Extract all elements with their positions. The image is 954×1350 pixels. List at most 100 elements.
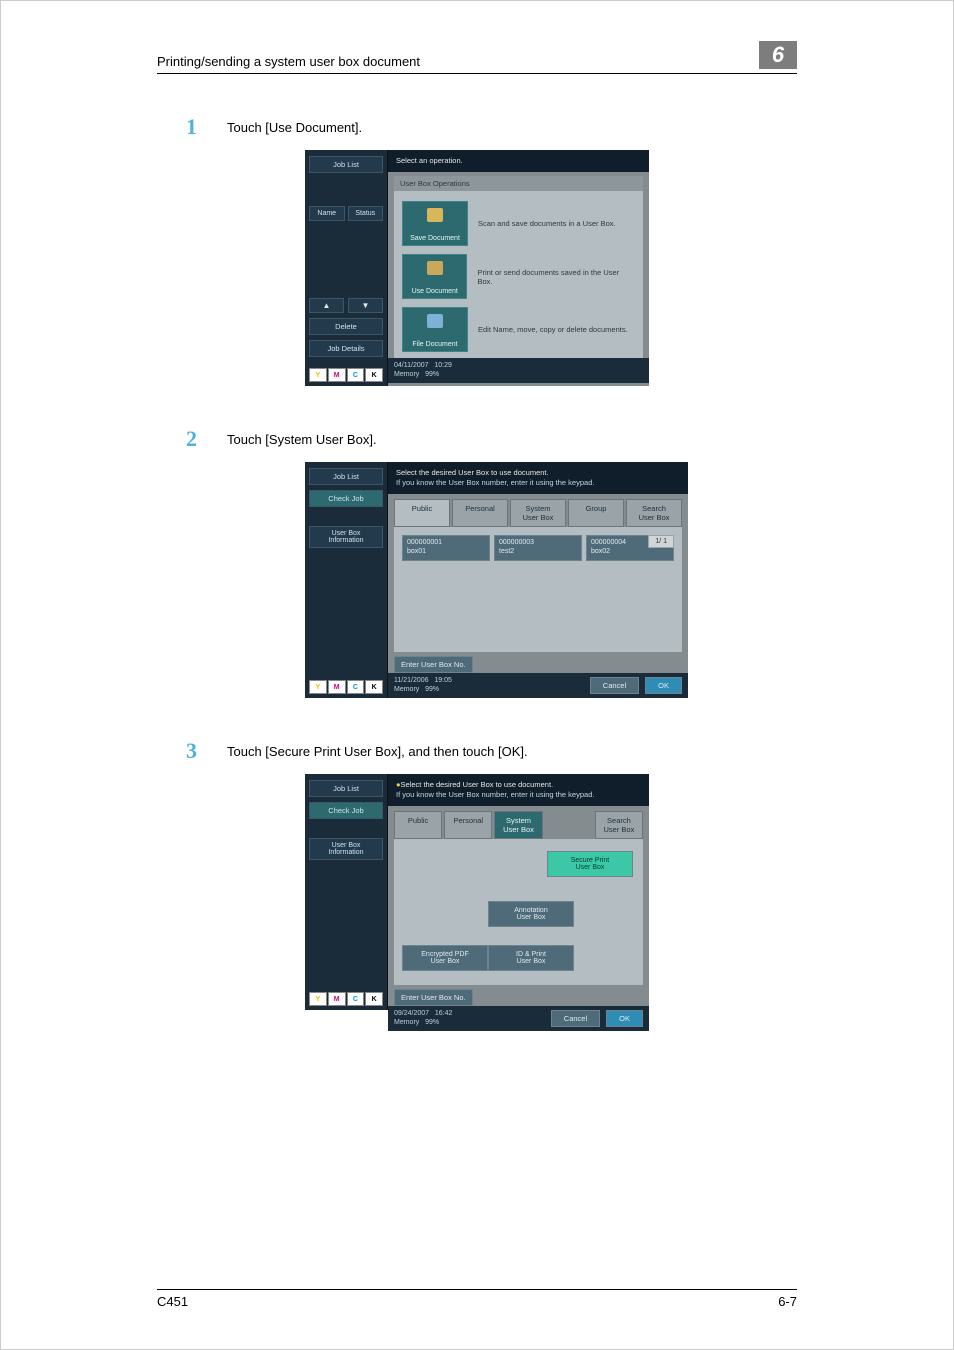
check-job-button[interactable]: Check Job: [309, 490, 383, 507]
system-box-panel: Secure Print User Box Annotation User Bo…: [394, 839, 643, 985]
toner-c: C: [347, 368, 365, 382]
page-header: Printing/sending a system user box docum…: [157, 41, 797, 74]
box-name: box02: [591, 548, 610, 555]
footer-model: C451: [157, 1294, 188, 1309]
time-value: 10:29: [434, 362, 452, 369]
use-document-button[interactable]: Use Document: [402, 254, 467, 299]
delete-button[interactable]: Delete: [309, 318, 383, 335]
instruction-line2: If you know the User Box number, enter i…: [396, 478, 594, 487]
toner-k: K: [365, 680, 383, 694]
use-description: Print or send documents saved in the Use…: [477, 268, 635, 286]
sidebar: Job List Check Job User Box Information …: [305, 774, 387, 1010]
step-3: 3 Touch [Secure Print User Box], and the…: [157, 738, 797, 764]
secure-print-box-button[interactable]: Secure Print User Box: [547, 851, 633, 877]
instruction-line1: Select the desired User Box to use docum…: [401, 780, 554, 789]
user-box-info-button[interactable]: User Box Information: [309, 526, 383, 548]
status-label: Status: [348, 206, 384, 221]
tab-system[interactable]: System User Box: [510, 499, 566, 527]
file-document-button[interactable]: File Document: [402, 307, 468, 352]
check-job-button[interactable]: Check Job: [309, 802, 383, 819]
enter-box-no-button[interactable]: Enter User Box No.: [394, 989, 473, 1006]
document-page: Printing/sending a system user box docum…: [0, 0, 954, 1350]
tab-group[interactable]: Group: [568, 499, 624, 527]
save-icon: [427, 208, 443, 222]
time-value: 16:42: [435, 1010, 453, 1017]
annotation-box-button[interactable]: Annotation User Box: [488, 901, 574, 927]
tab-system[interactable]: System User Box: [494, 811, 542, 839]
instruction-line1: Select the desired User Box to use docum…: [396, 468, 549, 477]
chapter-badge: 6: [759, 41, 797, 69]
save-description: Scan and save documents in a User Box.: [478, 219, 616, 228]
user-box-item[interactable]: 000000001 box01: [402, 535, 490, 561]
scroll-down-icon[interactable]: ▼: [348, 298, 383, 313]
name-label: Name: [309, 206, 345, 221]
box-name: box01: [407, 548, 426, 555]
job-list-button[interactable]: Job List: [309, 156, 383, 173]
enter-box-no-button[interactable]: Enter User Box No.: [394, 656, 473, 673]
tab-personal[interactable]: Personal: [452, 499, 508, 527]
step-text: Touch [Secure Print User Box], and then …: [227, 738, 528, 759]
screenshot-1: Job List Name Status ▲ ▼ Delete Job Deta…: [305, 150, 649, 386]
status-bar: 11/21/2006 19:05 Memory 99% Cancel OK: [388, 673, 688, 698]
file-icon: [427, 314, 443, 328]
step-text: Touch [System User Box].: [227, 426, 377, 447]
instruction-bar: ●Select the desired User Box to use docu…: [388, 774, 649, 806]
tab-bar: Public Personal System User Box Group Se…: [388, 494, 688, 527]
sidebar: Job List Name Status ▲ ▼ Delete Job Deta…: [305, 150, 387, 386]
page-indicator: 1/ 1: [648, 535, 674, 548]
scroll-up-icon[interactable]: ▲: [309, 298, 344, 313]
tab-search[interactable]: Search User Box: [626, 499, 682, 527]
status-bar: 09/24/2007 16:42 Memory 99% Cancel OK: [388, 1006, 649, 1031]
instruction-text: Select an operation.: [396, 156, 463, 165]
toner-y: Y: [309, 992, 327, 1006]
toner-indicator: Y M C K: [309, 992, 383, 1006]
scroll-buttons: ▲ ▼: [309, 298, 383, 313]
toner-y: Y: [309, 680, 327, 694]
memory-value: 99%: [425, 1019, 439, 1026]
cancel-button[interactable]: Cancel: [590, 677, 639, 694]
toner-y: Y: [309, 368, 327, 382]
memory-label: Memory: [394, 686, 419, 693]
tab-bar: Public Personal System User Box Search U…: [388, 806, 649, 839]
job-list-button[interactable]: Job List: [309, 780, 383, 797]
instruction-line2: If you know the User Box number, enter i…: [396, 790, 594, 799]
toner-c: C: [347, 680, 365, 694]
date-value: 09/24/2007: [394, 1010, 429, 1017]
time-value: 19:05: [434, 677, 452, 684]
id-print-box-button[interactable]: ID & Print User Box: [488, 945, 574, 971]
sidebar: Job List Check Job User Box Information …: [305, 462, 387, 698]
tab-public[interactable]: Public: [394, 811, 442, 839]
save-document-button[interactable]: Save Document: [402, 201, 468, 246]
memory-label: Memory: [394, 1019, 419, 1026]
toner-m: M: [328, 368, 346, 382]
user-box-item[interactable]: 000000003 test2: [494, 535, 582, 561]
step-1: 1 Touch [Use Document].: [157, 114, 797, 140]
memory-value: 99%: [425, 686, 439, 693]
encrypted-pdf-box-button[interactable]: Encrypted PDF User Box: [402, 945, 488, 971]
use-label: Use Document: [412, 288, 458, 295]
toner-m: M: [328, 992, 346, 1006]
box-number: 000000004: [591, 539, 626, 546]
user-box-info-button[interactable]: User Box Information: [309, 838, 383, 860]
job-list-button[interactable]: Job List: [309, 468, 383, 485]
ok-button[interactable]: OK: [606, 1010, 643, 1027]
tab-search[interactable]: Search User Box: [595, 811, 643, 839]
tab-public[interactable]: Public: [394, 499, 450, 527]
status-bar: 04/11/2007 10:29 Memory 99%: [388, 358, 649, 383]
save-label: Save Document: [410, 235, 460, 242]
date-value: 04/11/2007: [394, 362, 429, 369]
cancel-button[interactable]: Cancel: [551, 1010, 600, 1027]
toner-k: K: [365, 368, 383, 382]
tab-personal[interactable]: Personal: [444, 811, 492, 839]
job-details-button[interactable]: Job Details: [309, 340, 383, 357]
footer-page: 6-7: [778, 1294, 797, 1309]
toner-indicator: Y M C K: [309, 680, 383, 694]
step-text: Touch [Use Document].: [227, 114, 362, 135]
screenshot-3: Job List Check Job User Box Information …: [305, 774, 649, 1010]
use-icon: [427, 261, 443, 275]
ok-button[interactable]: OK: [645, 677, 682, 694]
box-list-panel: 1/ 1 000000001 box01 000000003 test2: [394, 527, 682, 652]
box-number: 000000003: [499, 539, 534, 546]
toner-indicator: Y M C K: [309, 368, 383, 382]
file-description: Edit Name, move, copy or delete document…: [478, 325, 628, 334]
